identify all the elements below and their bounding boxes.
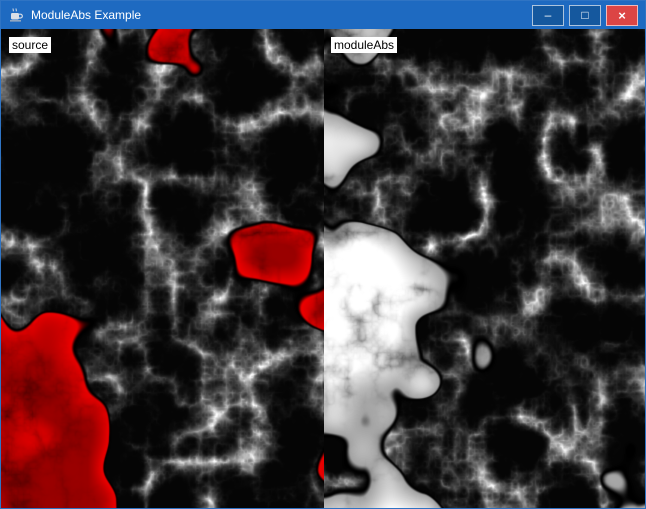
moduleabs-noise-image (324, 29, 645, 508)
app-icon[interactable] (8, 7, 24, 23)
app-window: ModuleAbs Example – □ × source moduleAbs (0, 0, 646, 509)
maximize-button[interactable]: □ (569, 5, 601, 26)
moduleabs-panel-label: moduleAbs (331, 37, 397, 53)
close-button[interactable]: × (606, 5, 638, 26)
source-noise-image (1, 29, 324, 508)
coffee-cup-icon (8, 7, 24, 23)
content-area: source moduleAbs (1, 29, 645, 508)
titlebar[interactable]: ModuleAbs Example – □ × (1, 1, 645, 29)
window-controls: – □ × (532, 5, 638, 26)
minimize-button[interactable]: – (532, 5, 564, 26)
source-panel-label: source (9, 37, 51, 53)
window-title: ModuleAbs Example (31, 8, 532, 22)
